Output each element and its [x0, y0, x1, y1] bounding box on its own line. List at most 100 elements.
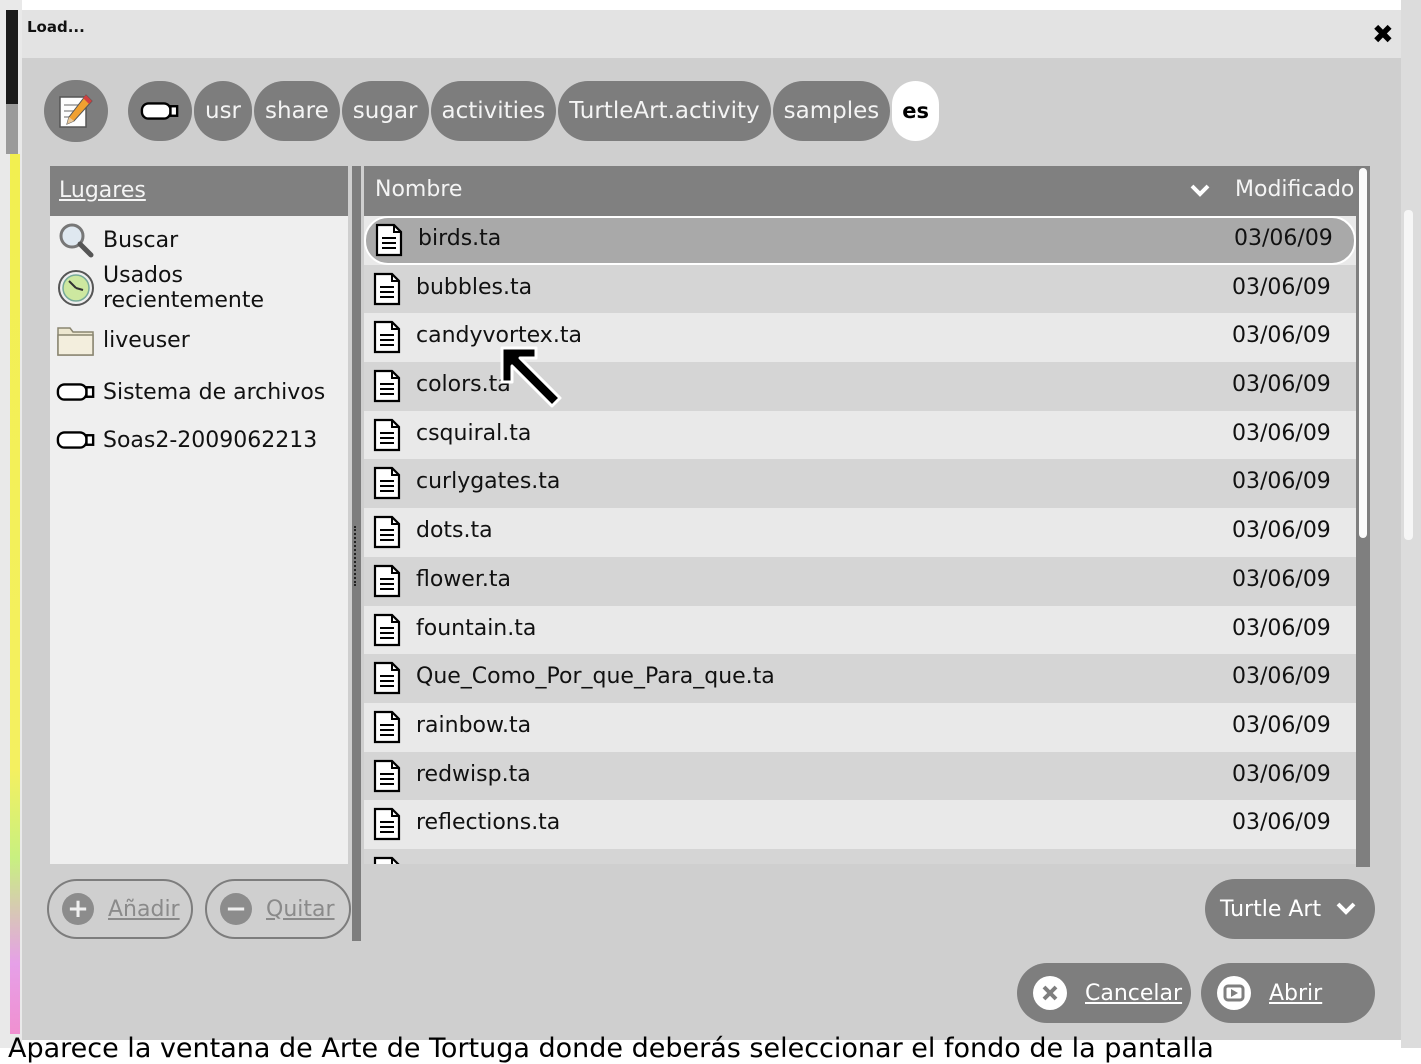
file-row[interactable]: rainbow.ta 03/06/09 [364, 702, 1356, 752]
file-name: Que_Como_Por_que_Para_que.ta [416, 664, 775, 690]
recent-clock-icon [56, 268, 96, 308]
remove-place-label: Quitar [266, 896, 335, 922]
mouse-pointer-icon [494, 342, 564, 416]
open-label: Abrir [1269, 980, 1323, 1006]
path-turtleart-activity[interactable]: TurtleArt.activity [558, 81, 771, 141]
file-modified-date: 03/06/09 [1232, 712, 1331, 738]
file-modified-date: 03/06/09 [1234, 226, 1333, 251]
file-row[interactable]: dots.ta 03/06/09 [364, 508, 1356, 557]
file-modified-date: 03/06/09 [1232, 274, 1331, 300]
file-row-partial[interactable] [364, 848, 1356, 864]
file-row[interactable]: curlygates.ta 03/06/09 [364, 459, 1356, 509]
file-modified-date: 03/06/09 [1232, 615, 1331, 641]
dialog-titlebar: Load... ✖ [22, 10, 1401, 58]
file-rows: birds.ta 03/06/09 bubbles.ta 03/06/09 candyv… [364, 216, 1356, 864]
remove-place-button[interactable]: − Quitar [205, 879, 351, 939]
drive-icon [140, 102, 179, 120]
file-type-filter[interactable]: Turtle Art [1205, 879, 1375, 939]
document-icon [372, 661, 402, 701]
place-label: Buscar [103, 227, 179, 253]
sort-chevron-down-icon[interactable] [1189, 180, 1211, 205]
file-row[interactable]: csquiral.ta 03/06/09 [364, 410, 1356, 460]
file-list-scrollbar[interactable] [1356, 166, 1370, 867]
column-modified-header[interactable]: Modificado [1235, 177, 1354, 202]
document-icon [372, 759, 402, 799]
place-label: liveuser [103, 327, 190, 353]
places-panel: Lugares Buscar Usados recientemente live… [50, 166, 348, 864]
path-root-drive[interactable] [128, 81, 192, 141]
file-modified-date: 03/06/09 [1232, 323, 1331, 349]
path-activities[interactable]: activities [430, 81, 557, 141]
place-liveuser[interactable]: liveuser [50, 312, 348, 368]
column-name-header[interactable]: Nombre [375, 177, 462, 202]
place-label: Soas2-2009062213 [103, 427, 318, 453]
file-row[interactable]: fountain.ta 03/06/09 [364, 605, 1356, 655]
document-icon [372, 856, 402, 864]
path-sugar[interactable]: sugar [341, 81, 429, 141]
document-icon [372, 564, 402, 604]
cancel-x-icon [1033, 976, 1067, 1010]
path-bar: usr share sugar activities TurtleArt.act… [44, 80, 940, 142]
drive-icon [56, 420, 96, 460]
file-row[interactable]: flower.ta 03/06/09 [364, 556, 1356, 606]
file-name: flower.ta [416, 566, 511, 592]
document-icon [372, 320, 402, 360]
drive-icon [56, 372, 96, 412]
cancel-button[interactable]: Cancelar [1017, 963, 1191, 1023]
file-modified-date: 03/06/09 [1232, 469, 1331, 495]
open-button[interactable]: Abrir [1201, 963, 1375, 1023]
chevron-down-icon [1335, 898, 1357, 923]
add-place-button[interactable]: + Añadir [47, 879, 193, 939]
minus-icon: − [220, 893, 252, 925]
pane-divider[interactable] [352, 166, 361, 941]
caption-text: Aparece la ventana de Arte de Tortuga do… [8, 1033, 1214, 1064]
document-icon [372, 272, 402, 312]
file-modified-date: 03/06/09 [1232, 810, 1331, 836]
scrollbar-thumb[interactable] [1359, 168, 1367, 538]
document-icon [372, 418, 402, 458]
load-dialog: Load... ✖ usr share sugar activities Tur… [22, 10, 1401, 1040]
place-filesystem[interactable]: Sistema de archivos [50, 368, 348, 416]
edit-folder-icon [59, 94, 93, 128]
document-icon [372, 515, 402, 555]
document-icon [372, 807, 402, 847]
path-usr[interactable]: usr [194, 81, 253, 141]
document-icon [372, 369, 402, 409]
background-scrollbar[interactable] [1401, 0, 1421, 1048]
background-app-edge [0, 0, 22, 1048]
path-es-current[interactable]: es [892, 81, 940, 141]
close-icon[interactable]: ✖ [1372, 22, 1394, 48]
place-soas2[interactable]: Soas2-2009062213 [50, 416, 348, 464]
places-header[interactable]: Lugares [50, 166, 348, 216]
document-icon [372, 710, 402, 750]
path-samples[interactable]: samples [772, 81, 891, 141]
file-row[interactable]: reflections.ta 03/06/09 [364, 800, 1356, 849]
drag-handle-icon [354, 526, 359, 586]
file-modified-date: 03/06/09 [1232, 372, 1331, 398]
file-modified-date: 03/06/09 [1232, 664, 1331, 690]
open-play-icon [1217, 976, 1251, 1010]
document-icon [374, 223, 404, 263]
cancel-label: Cancelar [1085, 980, 1183, 1006]
document-icon [372, 613, 402, 653]
document-icon [372, 466, 402, 506]
file-row[interactable]: bubbles.ta 03/06/09 [364, 264, 1356, 314]
file-name: fountain.ta [416, 615, 537, 641]
place-recent[interactable]: Usados recientemente [50, 263, 348, 313]
file-row[interactable]: redwisp.ta 03/06/09 [364, 751, 1356, 801]
file-row[interactable]: Que_Como_Por_que_Para_que.ta 03/06/09 [364, 654, 1356, 703]
file-modified-date: 03/06/09 [1232, 420, 1331, 446]
path-share[interactable]: share [254, 81, 340, 141]
file-name: redwisp.ta [416, 761, 531, 787]
file-list: Nombre Modificado birds.ta 03/06/09 bubble… [364, 166, 1356, 864]
dialog-title: Load... [27, 18, 85, 36]
file-name: curlygates.ta [416, 469, 561, 495]
place-search[interactable]: Buscar [50, 216, 348, 264]
file-modified-date: 03/06/09 [1232, 518, 1331, 544]
places-header-label: Lugares [59, 178, 146, 203]
create-folder-button[interactable] [44, 80, 108, 142]
folder-icon [56, 320, 96, 360]
file-row[interactable]: birds.ta 03/06/09 [364, 216, 1356, 265]
file-name: dots.ta [416, 518, 493, 544]
file-modified-date: 03/06/09 [1232, 761, 1331, 787]
